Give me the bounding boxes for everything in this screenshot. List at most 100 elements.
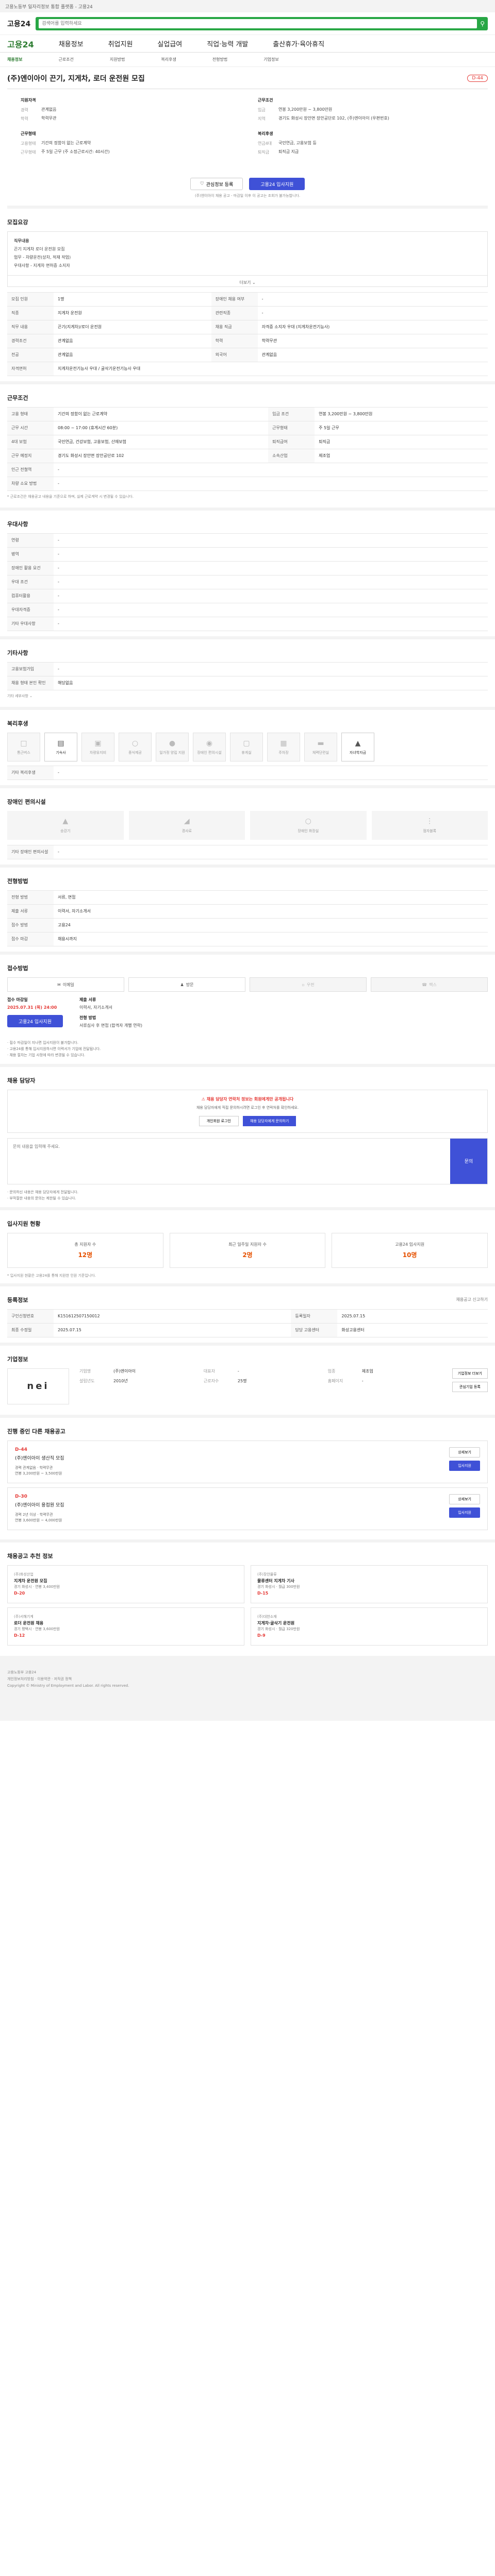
company-follow-button[interactable]: 관심기업 등록 [452,1381,488,1392]
table-value: 2025.07.15 [54,1323,291,1337]
duties-more-button[interactable]: 더보기 ⌄ [7,276,488,287]
sim-title[interactable]: 물류센터 지게차 기사 [257,1578,481,1585]
table-row: 채용 형태 본인 확인 해당없음 [7,676,488,690]
table-key: 직무 내용 [7,320,54,334]
parking-icon: ▦ [280,739,287,748]
method-title: 접수방법 [7,965,28,972]
disability-item: ◢ 경사로 [128,811,245,840]
company-key: 기업명 [79,1368,91,1374]
view-button[interactable]: 상세보기 [449,1494,480,1505]
table-key: 근무 예정지 [7,449,54,463]
apply-button[interactable]: 고용24 입사지원 [249,178,305,190]
apply-button-bottom[interactable]: 고용24 입사지원 [7,1015,63,1027]
apply-button[interactable]: 입사지원 [449,1460,480,1471]
job-line: 경력 2년 이상 · 학력무관 [15,1513,53,1517]
table-row: 기타 복리후생 - [7,766,488,780]
toilet-icon: ○ [305,817,311,825]
table-key: 구인신청번호 [7,1309,54,1324]
nav-item-training[interactable]: 직업·능력 개발 [207,39,248,48]
sim-title[interactable]: 지게차·굴삭기 운전원 [257,1620,481,1627]
job-summary: 지원자격 경력 관계없음 학력 학력무관 근무형태 고용형태 기간의 정함이 없는 근… [7,89,488,173]
sim-company: (주)장안물류 [257,1572,277,1577]
list-item[interactable]: D-44 (주)엔이아이 생산직 모집 경력 관계없음 · 학력무관 연봉 3,… [7,1440,488,1484]
stat-card: 고용24 입사지원 10명 [332,1232,488,1268]
nav-item-benefits[interactable]: 실업급여 [157,39,182,48]
welfare-label: 기숙사 [56,750,66,755]
table-value: - [54,561,488,575]
company-value: 2010년 [113,1378,128,1383]
question-submit-button[interactable]: 문의 [450,1138,487,1184]
table-row: 차량 소요 방법 - [7,477,488,491]
question-input[interactable] [8,1138,450,1184]
apply-button[interactable]: 입사지원 [449,1507,480,1518]
similar-card[interactable]: (주)대한소재 지게차·굴삭기 운전원 경기 화성시 · 월급 320만원 D-9 [251,1607,488,1646]
welfare-label: 체력단련실 [312,750,329,755]
registration-table: 구인신청번호 K151612507150012 등록일자 2025.07.15 최종 … [7,1309,488,1337]
site-logo[interactable]: 고용24 [7,19,30,29]
table-row: 경력조건 관계없음 학력 학력무관 [7,334,488,348]
company-more-button[interactable]: 기업정보 더보기 [452,1368,488,1379]
table-value: 2025.07.15 [337,1309,488,1324]
contact-button[interactable]: 채용 담당자에게 문의하기 [243,1115,296,1126]
tab-conditions[interactable]: 근로조건 [58,57,73,62]
similar-card[interactable]: (주)화성산업 지게차 운전원 모집 경기 화성시 · 연봉 3,400만원 D-20 [7,1565,244,1604]
notice-line: · 문의하신 내용은 채용 담당자에게 전달됩니다. [7,1190,78,1194]
table-row: 최종 수정일 2025.07.15 담당 고용센터 화성고용센터 [7,1323,488,1337]
welfare-item: ○ 중식제공 [119,733,152,761]
favorite-label: 관심정보 등록 [206,182,234,188]
conditions-section: 근무조건 고용 형태 기간의 정함이 없는 근로계약 임금 조건 연봉 3,200만원… [0,384,495,511]
chevron-down-icon: ⌄ [29,694,32,698]
tab-selection[interactable]: 전형방법 [212,57,227,62]
tab-apply-method[interactable]: 지원방법 [110,57,125,62]
nav-item-leave[interactable]: 출산휴가·육아휴직 [273,39,324,48]
job-title-link[interactable]: (주)엔이아이 용접원 모집 [15,1501,64,1508]
table-value: 국민연금, 건강보험, 고용보험, 산재보험 [54,435,269,449]
nav-brand[interactable]: 고용24 [7,38,34,50]
more-label: 더보기 [239,280,251,285]
sim-title[interactable]: 지게차 운전원 모집 [14,1578,238,1585]
table-value: 지게차 운전원 [54,306,211,320]
footer-links[interactable]: 개인정보처리방침 · 이용약관 · 저작권 정책 [7,1676,488,1683]
table-key: 퇴직급여 [268,435,315,449]
conditions-table: 고용 형태 기간의 정함이 없는 근로계약 임금 조건 연봉 3,200만원 ~ 3,… [7,407,488,491]
conditions-note: * 근로조건은 채용공고 내용을 기준으로 하며, 실제 근로계약 시 변경될 … [7,495,134,499]
search-input[interactable] [39,19,477,28]
registration-title: 등록정보 [7,1296,28,1303]
search-icon[interactable]: ⚲ [480,20,485,27]
table-value: 관계없음 [54,348,211,362]
nav-item-jobs[interactable]: 채용정보 [59,39,84,48]
other-info-more[interactable]: 기타 세부사항 ⌄ [7,690,488,702]
tab-recruit[interactable]: 채용정보 [7,57,22,62]
disability-item: ○ 장애인 화장실 [250,811,367,840]
elevator-icon: ▲ [62,817,69,825]
welfare-label: 중식제공 [128,750,142,755]
login-button[interactable]: 개인회원 로그인 [199,1115,239,1126]
fax-icon: ☎ [422,982,427,987]
tab-company[interactable]: 기업정보 [263,57,278,62]
table-key: 제출 서류 [7,904,54,919]
table-value: - [54,463,488,477]
table-key: 채용 형태 본인 확인 [7,676,54,690]
company-field: 대표자 - [204,1368,318,1374]
table-row: 고용보험가입 - [7,662,488,676]
table-value: - [257,292,488,307]
other-info-section: 기타사항 고용보험가입 - 채용 형태 본인 확인 해당없음 기타 세부사항 ⌄ [0,639,495,710]
view-button[interactable]: 상세보기 [449,1447,480,1458]
similar-card[interactable]: (주)서해기계 로더 운전원 채용 경기 평택시 · 연봉 3,600만원 D-12 [7,1607,244,1646]
sim-title[interactable]: 로더 운전원 채용 [14,1620,238,1627]
nav-item-support[interactable]: 취업지원 [108,39,133,48]
similar-card[interactable]: (주)장안물류 물류센터 지게차 기사 경기 화성시 · 월급 300만원 D-15 [251,1565,488,1604]
disability-grid: ▲ 승강기 ◢ 경사로 ○ 장애인 화장실 ⋮ 점자블록 [7,811,488,840]
job-title-link[interactable]: (주)엔이아이 생산직 모집 [15,1454,64,1461]
table-row: 근무 예정지 경기도 화성시 장안면 장안공단로 102 소속산업 제조업 [7,449,488,463]
report-button[interactable]: 채용공고 신고하기 [456,1297,488,1302]
chip-label: 방문 [186,982,194,987]
table-row: 모집 인원 1명 장애인 채용 여부 - [7,292,488,307]
favorite-button[interactable]: ♡ 관심정보 등록 [190,178,243,190]
tab-welfare[interactable]: 복리후생 [161,57,176,62]
disability-label: 장애인 화장실 [298,829,319,833]
contact-box: ⚠ 채용 담당자 연락처 정보는 회원에게만 공개됩니다 채용 담당자에게 직접… [7,1089,488,1133]
table-key: 모집 인원 [7,292,54,307]
dday-badge: D-44 [467,75,488,82]
list-item[interactable]: D-30 (주)엔이아이 용접원 모집 경력 2년 이상 · 학력무관 연봉 3… [7,1487,488,1531]
